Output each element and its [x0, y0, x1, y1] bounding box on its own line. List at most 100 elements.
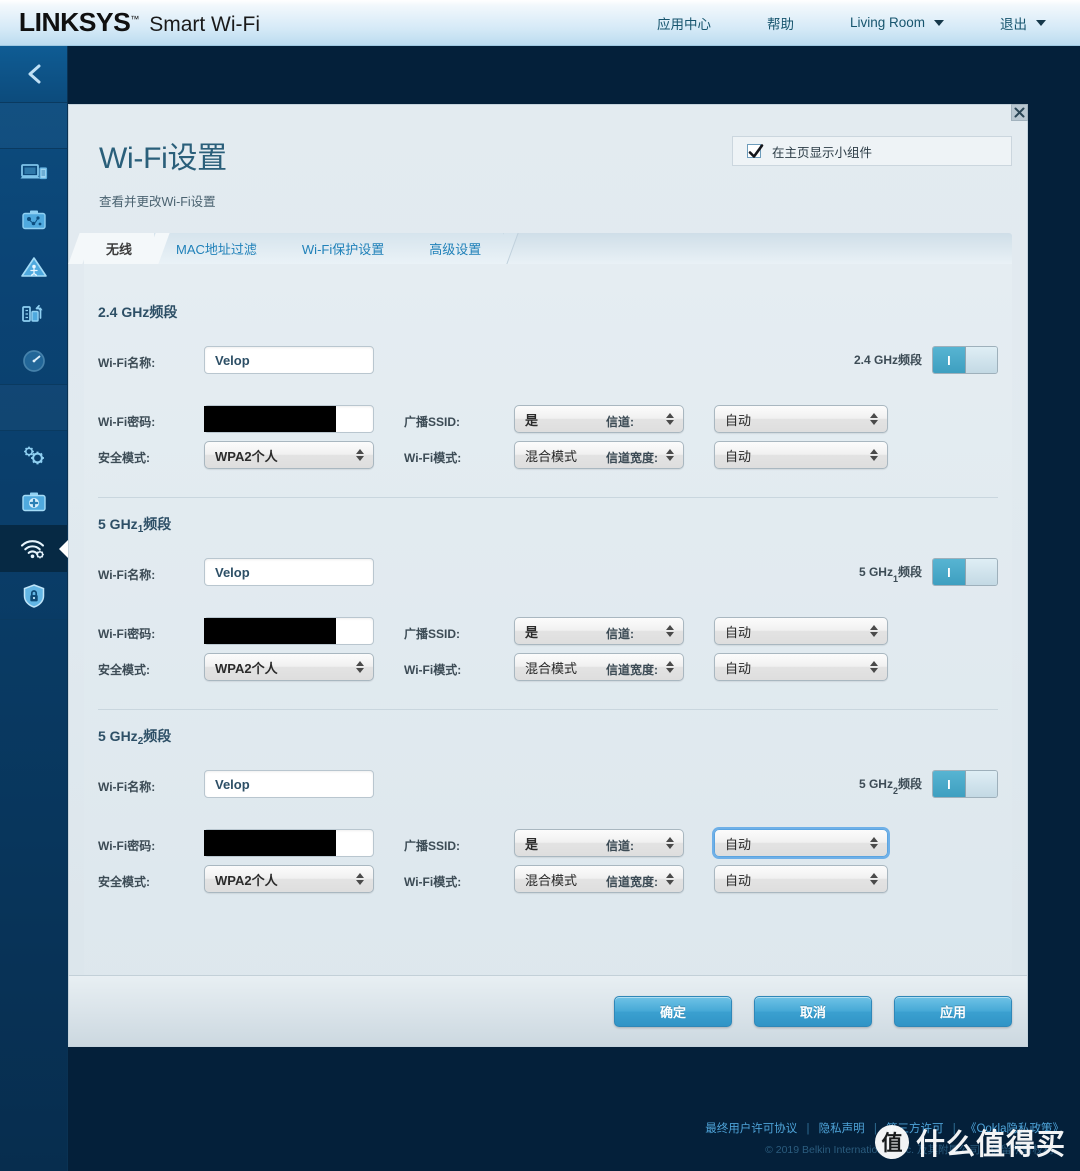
chevron-left-icon — [28, 64, 40, 84]
field-wifi-password — [204, 617, 374, 645]
footer-link-third-party[interactable]: 第三方许可 — [886, 1123, 944, 1135]
select-value: WPA2个人 — [215, 448, 278, 464]
band-enable-toggle[interactable]: I — [932, 346, 998, 374]
footer-separator: | — [952, 1123, 956, 1135]
channel-width-select[interactable]: 自动 — [714, 865, 888, 893]
nav-label: 应用中心 — [656, 16, 711, 32]
tab-wps[interactable]: Wi-Fi保护设置 — [279, 233, 408, 264]
password-redaction-bar — [204, 618, 336, 644]
field-wifi-name — [204, 770, 374, 798]
sidebar-item-wifi-settings[interactable] — [0, 525, 68, 572]
band-enable-toggle[interactable]: I — [932, 558, 998, 586]
label-wifi-password: Wi-Fi密码: — [98, 415, 156, 429]
chevron-down-icon — [934, 19, 944, 26]
top-header-bar: LINKSYS ™ Smart Wi-Fi 应用中心 帮助 Living Roo… — [0, 0, 1080, 46]
page-footer: 最终用户许可协议 | 隐私声明 | 第三方许可 | 《Ookla隐私政策》 © … — [705, 1120, 1064, 1157]
label-wifi-name: Wi-Fi名称: — [98, 780, 156, 794]
nav-label: 帮助 — [766, 16, 794, 32]
security-mode-select[interactable]: WPA2个人 — [204, 865, 374, 893]
label-security-mode: 安全模式: — [98, 875, 150, 889]
nav-item-network-selector[interactable]: Living Room — [850, 15, 944, 30]
sidebar-item-security[interactable] — [0, 572, 67, 619]
band-title-tail: 频段 — [149, 304, 178, 320]
tab-bar: 无线 MAC地址过滤 Wi-Fi保护设置 高级设置 — [84, 233, 1012, 264]
label-broadcast-ssid: 广播SSID: — [404, 415, 461, 429]
band-enable-toggle[interactable]: I — [932, 770, 998, 798]
linksys-logo[interactable]: LINKSYS ™ Smart Wi-Fi — [19, 7, 260, 38]
select-stepper-icon — [870, 837, 878, 849]
tab-label: 无线 — [106, 242, 133, 257]
band-row-password: Wi-Fi密码: 广播SSID: 是 信道: 自动 — [98, 827, 998, 863]
wifi-mode-select[interactable]: 混合模式 — [514, 865, 684, 893]
wifi-name-input[interactable] — [204, 770, 374, 798]
sidebar-item-parental-controls[interactable] — [0, 243, 67, 290]
wifi-mode-select[interactable]: 混合模式 — [514, 653, 684, 681]
sidebar-item-device-list[interactable] — [0, 149, 67, 196]
wifi-mode-select[interactable]: 混合模式 — [514, 441, 684, 469]
select-stepper-icon — [356, 661, 364, 673]
sidebar-item-speed-test[interactable] — [0, 337, 67, 384]
security-mode-select[interactable]: WPA2个人 — [204, 653, 374, 681]
cancel-button[interactable]: 取消 — [754, 995, 872, 1027]
select-stepper-icon — [870, 661, 878, 673]
sidebar-item-media-prioritization[interactable] — [0, 290, 67, 337]
field-wifi-password — [204, 405, 374, 433]
parental-controls-icon — [20, 256, 47, 277]
sidebar-item-guest-access[interactable] — [0, 196, 67, 243]
toggle-on-state: I — [933, 771, 965, 797]
field-security-mode: WPA2个人 — [204, 441, 374, 469]
select-value: 是 — [525, 624, 539, 640]
nav-item-help[interactable]: 帮助 — [767, 13, 794, 33]
channel-select[interactable]: 自动 — [714, 829, 888, 857]
band-toggle-label: 5 GHz2频段 — [858, 775, 922, 796]
band-title-tail: 频段 — [143, 728, 172, 744]
select-value: 自动 — [725, 660, 752, 676]
band-toggle-5g-1: 5 GHz1频段 I — [859, 558, 998, 586]
channel-width-select[interactable]: 自动 — [714, 441, 888, 469]
nav-item-logout[interactable]: 退出 — [1000, 13, 1046, 33]
band-title-tail: 频段 — [143, 516, 172, 532]
password-redaction-bar — [204, 830, 336, 856]
ok-button[interactable]: 确定 — [614, 995, 732, 1027]
label-channel: 信道: — [606, 839, 634, 853]
tab-wireless[interactable]: 无线 — [84, 233, 155, 264]
select-value: 混合模式 — [525, 448, 578, 464]
channel-select[interactable]: 自动 — [714, 405, 888, 433]
band-section-2g: 2.4 GHz频段 Wi-Fi名称: 2.4 GHz频段 I — [98, 286, 998, 475]
security-mode-select[interactable]: WPA2个人 — [204, 441, 374, 469]
checkmark-icon — [748, 144, 764, 158]
channel-width-select[interactable]: 自动 — [714, 653, 888, 681]
toggle-label-sub: 1 — [892, 574, 898, 585]
tab-advanced[interactable]: 高级设置 — [407, 233, 505, 264]
sidebar-collapse-button[interactable] — [0, 46, 67, 103]
footer-link-eula[interactable]: 最终用户许可协议 — [705, 1123, 797, 1135]
apply-button[interactable]: 应用 — [894, 995, 1012, 1027]
wifi-name-input[interactable] — [204, 558, 374, 586]
tab-label: 高级设置 — [429, 242, 482, 257]
sidebar-item-troubleshooting[interactable] — [0, 478, 67, 525]
band-toggle-5g-2: 5 GHz2频段 I — [859, 770, 998, 798]
toggle-label-main: 5 GHz — [858, 776, 893, 791]
footer-link-ookla-privacy[interactable]: 《Ookla隐私政策》 — [965, 1123, 1064, 1135]
band-row-security: 安全模式: WPA2个人 Wi-Fi模式: 混合模式 信道宽度: 自动 — [98, 651, 998, 687]
label-wifi-mode: Wi-Fi模式: — [404, 875, 462, 889]
wifi-name-input[interactable] — [204, 346, 374, 374]
tab-mac-filter[interactable]: MAC地址过滤 — [154, 233, 280, 264]
band-title-sub: 1 — [137, 524, 144, 535]
nav-label: Living Room — [849, 15, 925, 30]
footer-link-privacy[interactable]: 隐私声明 — [819, 1123, 865, 1135]
band-row-security: 安全模式: WPA2个人 Wi-Fi模式: 混合模式 信道宽度: 自动 — [98, 439, 998, 475]
checkbox-box — [747, 144, 764, 158]
show-widget-on-home-checkbox[interactable]: 在主页显示小组件 — [732, 136, 1012, 166]
label-wifi-password: Wi-Fi密码: — [98, 627, 156, 641]
broadcast-ssid-select[interactable]: 是 — [514, 829, 684, 857]
broadcast-ssid-select[interactable]: 是 — [514, 405, 684, 433]
sidebar-item-connectivity[interactable] — [0, 431, 67, 478]
select-value: WPA2个人 — [215, 872, 278, 888]
broadcast-ssid-select[interactable]: 是 — [514, 617, 684, 645]
channel-select[interactable]: 自动 — [714, 617, 888, 645]
select-value: 是 — [525, 412, 539, 428]
select-value: 自动 — [725, 872, 752, 888]
nav-item-app-center[interactable]: 应用中心 — [657, 13, 711, 33]
field-channel-width: 自动 — [714, 441, 888, 469]
